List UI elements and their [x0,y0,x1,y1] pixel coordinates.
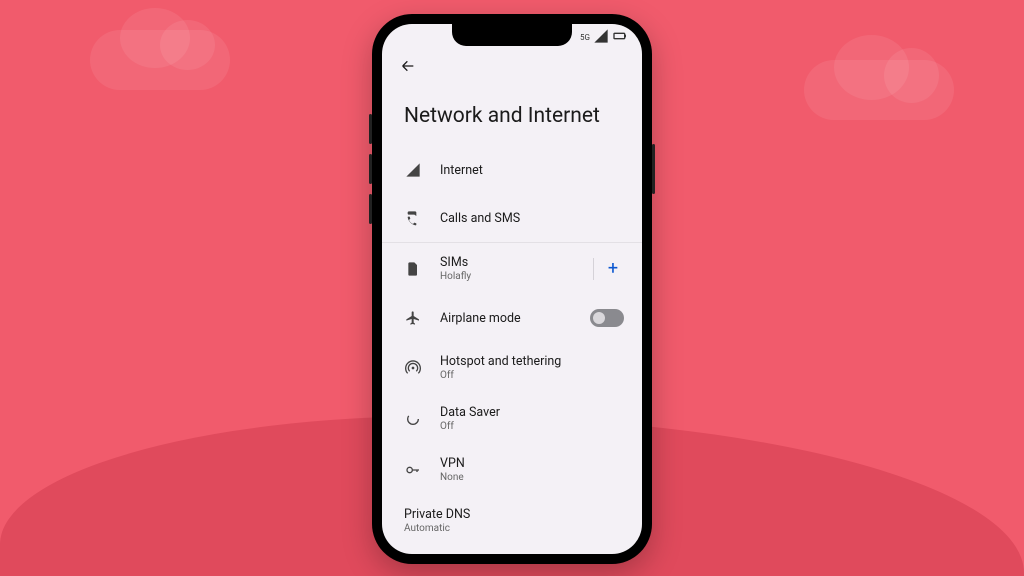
page-title: Network and Internet [382,80,642,146]
row-airplane-mode[interactable]: Airplane mode [382,294,642,342]
row-subtitle: Automatic [404,523,624,534]
row-subtitle: Off [440,370,624,381]
phone-screen: 5G Network and Internet Inte [382,24,642,554]
row-subtitle: Holafly [440,271,575,282]
row-label: Private DNS [404,507,624,522]
plus-icon: + [608,258,618,279]
row-hotspot[interactable]: Hotspot and tethering Off [382,342,642,393]
vertical-divider [593,258,594,280]
sim-card-icon [404,260,422,278]
phone-notch [452,24,572,46]
row-vpn[interactable]: VPN None [382,444,642,495]
row-data-saver[interactable]: Data Saver Off [382,393,642,444]
arrow-left-icon [400,58,416,78]
row-internet[interactable]: Internet [382,146,642,194]
settings-list: Internet Calls and SMS SIMs Holafly [382,146,642,554]
row-adaptive-connectivity[interactable]: Adaptive connectivity [382,546,642,554]
row-subtitle: None [440,472,624,483]
signal-icon [593,28,609,46]
data-saver-icon [404,410,422,428]
cloud-decoration [804,60,954,120]
row-label: Data Saver [440,405,624,420]
row-label: SIMs [440,255,575,270]
status-network-label: 5G [580,33,590,42]
hotspot-icon [404,359,422,377]
phone-sms-icon [404,209,422,227]
back-button[interactable] [396,56,420,80]
vpn-key-icon [404,461,422,479]
phone-frame: 5G Network and Internet Inte [372,14,652,564]
row-sims[interactable]: SIMs Holafly + [382,243,642,294]
row-label: Hotspot and tethering [440,354,624,369]
signal-triangle-icon [404,161,422,179]
row-label: VPN [440,456,624,471]
row-calls-sms[interactable]: Calls and SMS [382,194,642,242]
battery-icon [612,28,628,46]
row-label: Internet [440,163,624,178]
airplane-icon [404,309,422,327]
row-subtitle: Off [440,421,624,432]
airplane-mode-toggle[interactable] [590,309,624,327]
row-label: Airplane mode [440,311,572,326]
add-sim-button[interactable]: + [602,258,624,280]
row-label: Calls and SMS [440,211,624,226]
row-private-dns[interactable]: Private DNS Automatic [382,495,642,546]
cloud-decoration [90,30,230,90]
